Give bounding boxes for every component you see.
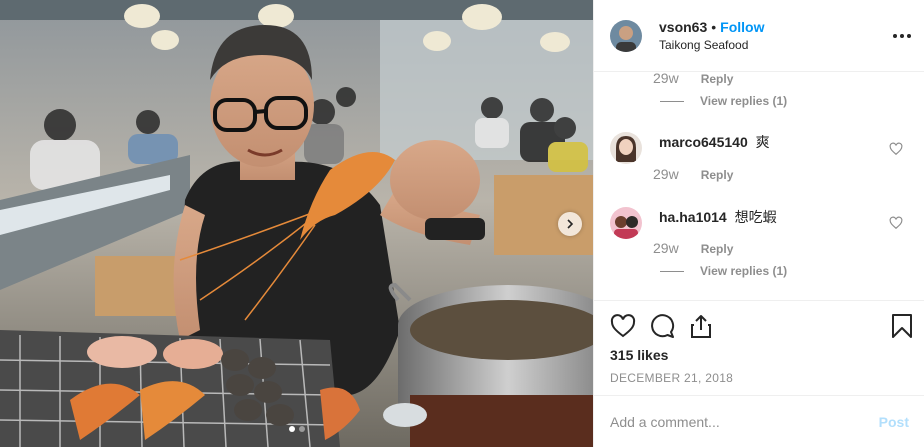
comment-meta: 29w Reply [653, 166, 733, 182]
chevron-right-icon [567, 219, 574, 229]
comments-list[interactable]: 29w Reply View replies (1) marco645140 爽… [594, 72, 924, 300]
instagram-post: vson63 • Follow Taikong Seafood 29w Repl… [0, 0, 924, 447]
post-photo[interactable] [0, 0, 593, 447]
comment-text: 想吃蝦 [734, 209, 777, 225]
next-photo-button[interactable] [558, 212, 582, 236]
comment-time[interactable]: 29w [653, 240, 679, 256]
heart-icon[interactable] [610, 313, 636, 339]
commenter-avatar[interactable] [610, 132, 642, 164]
post-image [0, 0, 593, 447]
comment-text: 爽 [755, 134, 770, 150]
post-header: vson63 • Follow Taikong Seafood [594, 0, 924, 72]
post-actions: 315 likes DECEMBER 21, 2018 Post [594, 300, 924, 448]
reply-button[interactable]: Reply [701, 168, 734, 182]
carousel-dot [298, 426, 305, 432]
carousel-dot-active [288, 426, 295, 432]
commenter-username[interactable]: ha.ha1014 [659, 209, 727, 225]
commenter-username[interactable]: marco645140 [659, 134, 748, 150]
post-date[interactable]: DECEMBER 21, 2018 [610, 371, 733, 385]
author-avatar[interactable] [610, 19, 642, 52]
separator-dot: • [711, 19, 717, 35]
post-comment-button[interactable]: Post [879, 414, 909, 430]
view-replies-label: View replies (1) [700, 94, 788, 108]
commenter-avatar[interactable] [610, 207, 642, 239]
post-side-panel: vson63 • Follow Taikong Seafood 29w Repl… [593, 0, 924, 447]
more-options-icon[interactable] [893, 28, 911, 44]
add-comment-bar: Post [594, 395, 924, 448]
comment-item: marco645140 爽 [610, 132, 770, 164]
comment-item: ha.ha1014 想吃蝦 [610, 207, 777, 239]
comment-meta: 29w Reply [653, 240, 733, 256]
view-replies-button[interactable]: View replies (1) [660, 264, 787, 278]
comment-meta: 29w Reply [653, 72, 733, 86]
view-replies-label: View replies (1) [700, 264, 788, 278]
follow-button[interactable]: Follow [720, 19, 764, 35]
author-username[interactable]: vson63 [659, 19, 707, 35]
comment-icon[interactable] [649, 313, 675, 339]
post-location[interactable]: Taikong Seafood [659, 38, 764, 52]
reply-button[interactable]: Reply [701, 72, 734, 86]
comment-input[interactable] [610, 414, 879, 430]
comment-time[interactable]: 29w [653, 166, 679, 182]
carousel-indicator [0, 426, 593, 432]
comment-time[interactable]: 29w [653, 72, 679, 86]
reply-button[interactable]: Reply [701, 242, 734, 256]
view-replies-button[interactable]: View replies (1) [660, 94, 787, 108]
likes-count[interactable]: 315 likes [610, 347, 668, 363]
like-comment-heart-icon[interactable] [889, 142, 903, 156]
like-comment-heart-icon[interactable] [889, 216, 903, 230]
share-icon[interactable] [688, 313, 714, 339]
bookmark-icon[interactable] [889, 313, 915, 339]
